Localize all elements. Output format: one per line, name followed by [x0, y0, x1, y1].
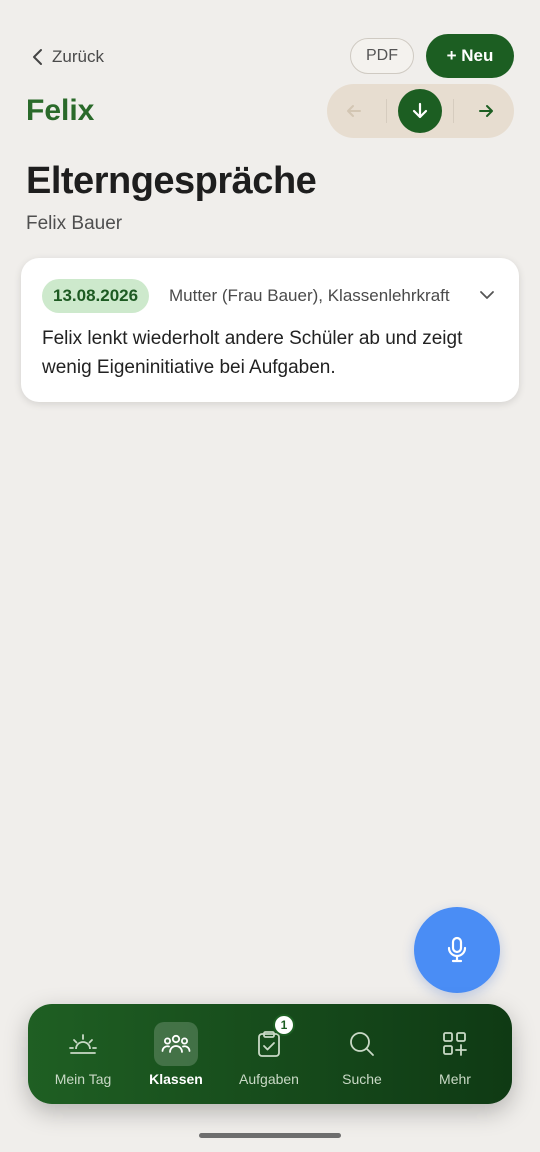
microphone-icon — [447, 936, 467, 963]
group-icon — [154, 1022, 198, 1066]
nav-label: Mehr — [439, 1071, 471, 1087]
arrow-down-icon — [412, 102, 428, 119]
nav-item-aufgaben[interactable]: 1 Aufgaben — [223, 1004, 315, 1104]
previous-student-button[interactable] — [341, 98, 367, 124]
page-subtitle: Felix Bauer — [26, 213, 123, 234]
date-badge: 13.08.2026 — [42, 279, 150, 313]
divider — [453, 99, 454, 123]
chevron-down-icon[interactable] — [478, 286, 496, 304]
arrow-left-icon — [347, 105, 361, 117]
search-icon — [340, 1022, 384, 1066]
grid-plus-icon — [433, 1022, 477, 1066]
arrow-right-icon — [479, 105, 493, 117]
pdf-button[interactable]: PDF — [350, 38, 414, 74]
sunrise-icon — [61, 1022, 105, 1066]
new-entry-button[interactable]: + Neu — [426, 34, 514, 78]
pdf-label: PDF — [366, 47, 398, 64]
voice-record-button[interactable] — [414, 907, 500, 993]
jump-down-button[interactable] — [398, 89, 442, 133]
conversation-card[interactable]: 13.08.2026 Mutter (Frau Bauer), Klassenl… — [21, 258, 519, 402]
page-title: Elterngespräche — [26, 160, 317, 202]
next-student-button[interactable] — [473, 98, 499, 124]
nav-item-klassen[interactable]: Klassen — [130, 1004, 222, 1104]
chevron-left-icon — [33, 49, 42, 65]
nav-label: Aufgaben — [239, 1071, 299, 1087]
entry-text: Felix lenkt wiederholt andere Schüler ab… — [42, 328, 463, 378]
nav-item-suche[interactable]: Suche — [316, 1004, 408, 1104]
back-button[interactable]: Zurück — [30, 44, 104, 70]
back-label: Zurück — [52, 47, 104, 66]
divider — [386, 99, 387, 123]
entry-participants: Mutter (Frau Bauer), Klassenlehrkraft — [169, 286, 450, 305]
student-name: Felix — [26, 94, 95, 127]
nav-label: Mein Tag — [54, 1071, 112, 1087]
new-label: + Neu — [446, 46, 494, 65]
nav-label: Klassen — [149, 1071, 203, 1087]
home-indicator — [199, 1133, 341, 1138]
student-navigation — [327, 84, 514, 138]
nav-item-mehr[interactable]: Mehr — [409, 1004, 501, 1104]
bottom-navigation: Mein Tag Klassen 1 Aufgaben Suche Mehr — [28, 1004, 512, 1104]
entry-date: 13.08.2026 — [53, 286, 139, 305]
nav-item-mein-tag[interactable]: Mein Tag — [37, 1004, 129, 1104]
notification-badge: 1 — [273, 1014, 295, 1036]
nav-label: Suche — [342, 1071, 382, 1087]
